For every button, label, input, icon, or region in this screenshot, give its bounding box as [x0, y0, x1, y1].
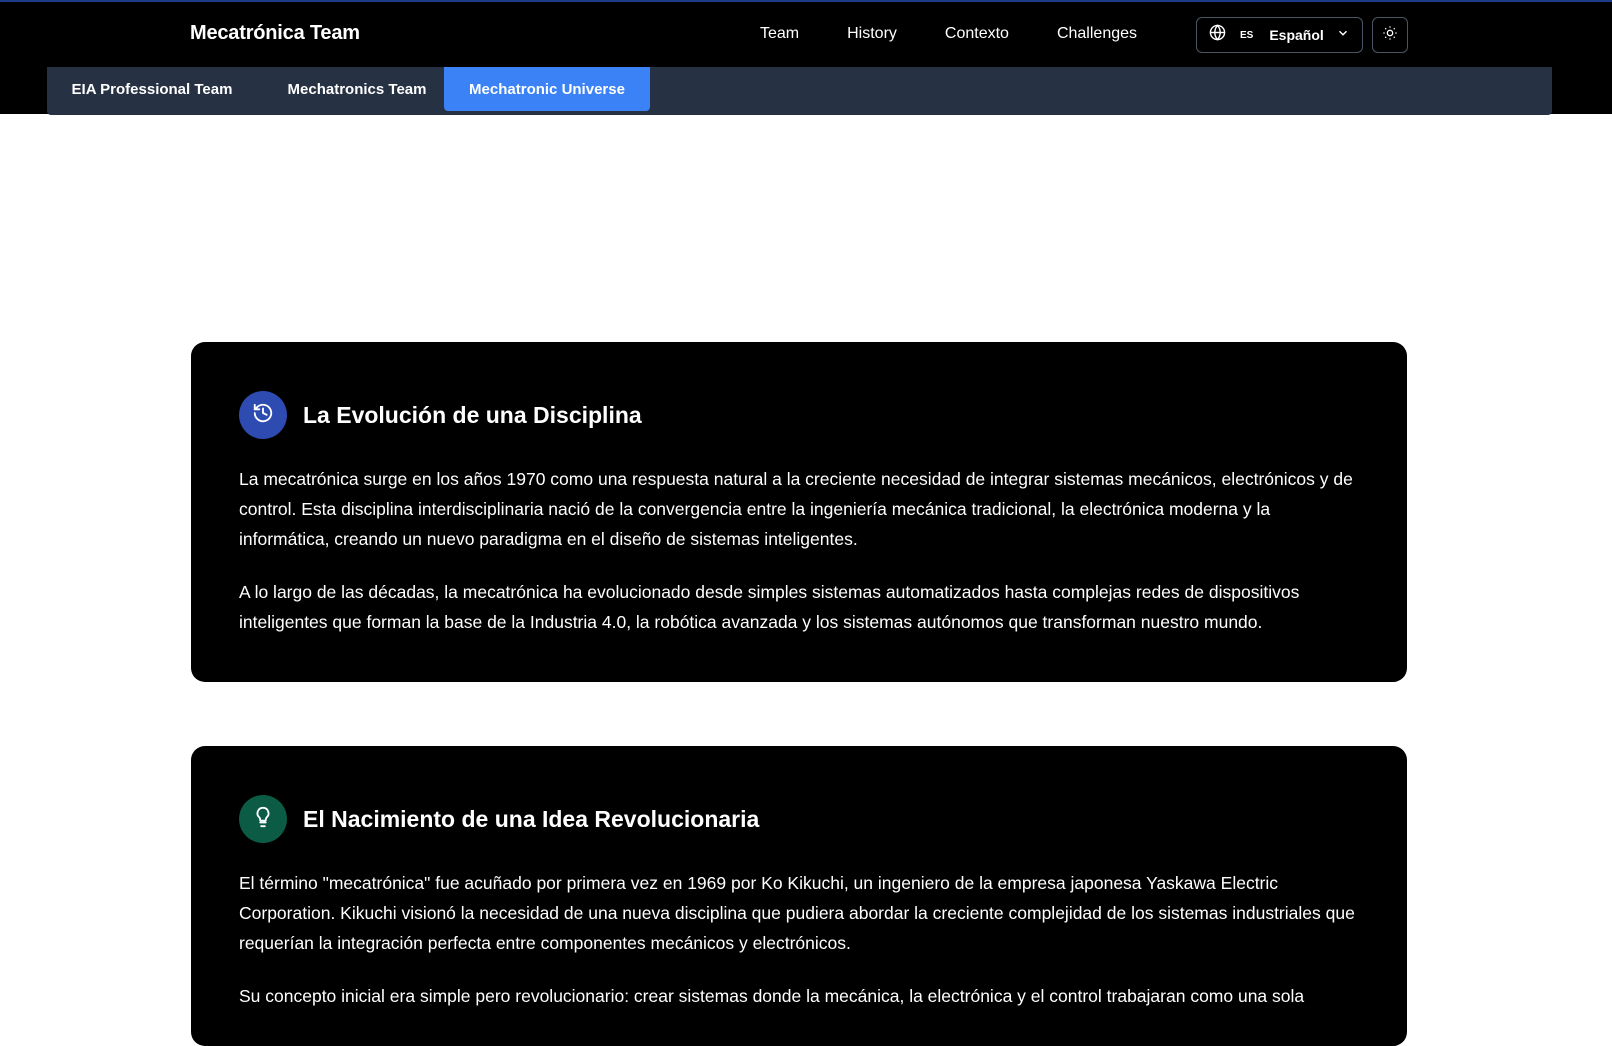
brand-title[interactable]: Mecatrónica Team: [190, 22, 360, 45]
language-code: ES: [1240, 29, 1254, 41]
section-body: La mecatrónica surge en los años 1970 co…: [239, 464, 1359, 660]
nav-link-contexto[interactable]: Contexto: [945, 25, 1009, 43]
main-nav: Team History Contexto Challenges: [760, 2, 1137, 66]
history-icon-badge: [239, 391, 287, 439]
globe-icon: [1209, 24, 1226, 46]
nav-link-challenges[interactable]: Challenges: [1057, 25, 1137, 43]
language-name: Español: [1269, 27, 1324, 43]
section-title: El Nacimiento de una Idea Revolucionaria: [303, 805, 760, 832]
language-selector[interactable]: ES Español: [1196, 17, 1363, 53]
section-body: El término "mecatrónica" fue acuñado por…: [239, 868, 1359, 1034]
top-navbar: Mecatrónica Team Team History Contexto C…: [0, 0, 1612, 115]
tab-mechatronic-universe[interactable]: Mechatronic Universe: [444, 67, 650, 111]
tab-mechatronics-team[interactable]: Mechatronics Team: [257, 67, 457, 111]
lightbulb-icon: [252, 806, 274, 833]
section-card-birth-idea: El Nacimiento de una Idea Revolucionaria…: [191, 746, 1407, 1046]
lightbulb-icon-badge: [239, 795, 287, 843]
section-paragraph: Su concepto inicial era simple pero revo…: [239, 986, 1305, 1006]
sub-navigation: EIA Professional Team Mechatronics Team …: [47, 67, 1552, 115]
chevron-down-icon: [1336, 26, 1350, 45]
section-paragraph: El término "mecatrónica" fue acuñado por…: [239, 873, 1355, 953]
nav-link-team[interactable]: Team: [760, 25, 799, 43]
history-icon: [252, 402, 274, 429]
section-paragraph: La mecatrónica surge en los años 1970 co…: [239, 469, 1353, 549]
tab-eia-professional-team[interactable]: EIA Professional Team: [47, 67, 257, 111]
nav-link-history[interactable]: History: [847, 25, 897, 43]
section-title: La Evolución de una Disciplina: [303, 401, 642, 428]
theme-toggle-button[interactable]: [1372, 17, 1408, 53]
card-header: La Evolución de una Disciplina: [239, 391, 642, 439]
sun-icon: [1382, 25, 1398, 46]
section-card-evolution: La Evolución de una Disciplina La mecatr…: [191, 342, 1407, 682]
card-header: El Nacimiento de una Idea Revolucionaria: [239, 795, 759, 843]
section-paragraph: A lo largo de las décadas, la mecatrónic…: [239, 582, 1300, 632]
